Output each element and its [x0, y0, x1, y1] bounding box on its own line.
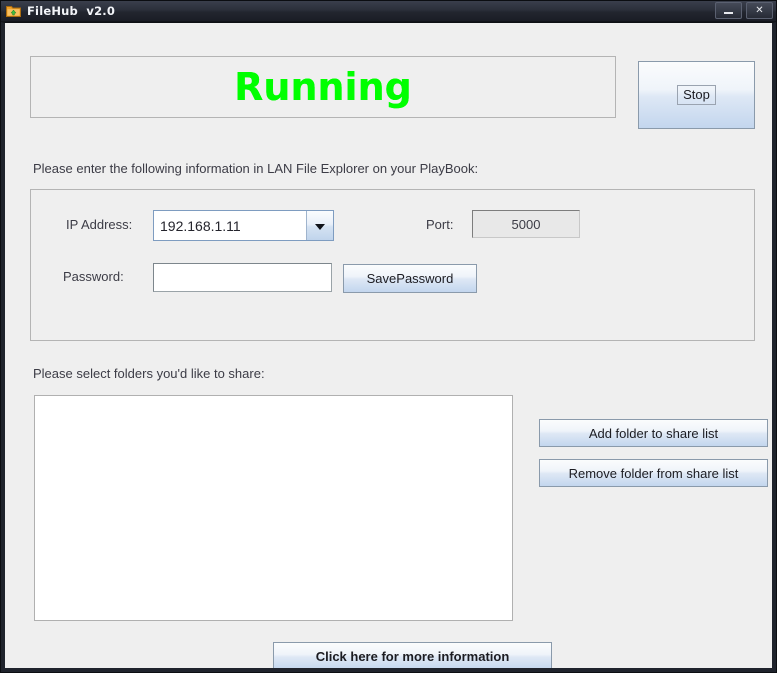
add-folder-label: Add folder to share list — [588, 425, 719, 441]
form-canvas: Running Stop Please enter the following … — [5, 23, 772, 668]
folder-upload-icon — [6, 4, 21, 18]
more-information-button[interactable]: Click here for more information — [273, 642, 552, 668]
status-badge: Running — [234, 65, 412, 109]
folders-hint-label: Please select folders you'd like to shar… — [33, 366, 265, 381]
remove-folder-button[interactable]: Remove folder from share list — [539, 459, 768, 487]
client-area: Running Stop Please enter the following … — [1, 22, 776, 672]
port-value: 5000 — [511, 216, 541, 232]
save-password-button[interactable]: SavePassword — [343, 264, 477, 293]
window-title: FileHub v2.0 — [27, 4, 116, 18]
shared-folders-list[interactable] — [34, 395, 513, 621]
password-label: Password: — [63, 269, 124, 284]
minimize-button[interactable] — [715, 2, 742, 19]
port-label: Port: — [426, 217, 454, 232]
connection-hint-label: Please enter the following information i… — [33, 161, 479, 176]
title-bar[interactable]: FileHub v2.0 ✕ — [1, 1, 776, 22]
ip-address-label: IP Address: — [66, 217, 133, 232]
window-controls: ✕ — [715, 2, 773, 19]
ip-address-value: 192.168.1.11 — [154, 211, 306, 240]
stop-button[interactable]: Stop — [638, 61, 755, 129]
password-input[interactable] — [153, 263, 332, 292]
more-information-label: Click here for more information — [315, 649, 510, 664]
stop-button-label: Stop — [677, 85, 716, 105]
add-folder-button[interactable]: Add folder to share list — [539, 419, 768, 447]
status-panel: Running — [30, 56, 616, 118]
save-password-label: SavePassword — [366, 271, 454, 286]
application-window: FileHub v2.0 ✕ Running Stop Please enter… — [0, 0, 777, 673]
remove-folder-label: Remove folder from share list — [568, 465, 739, 481]
close-icon[interactable]: ✕ — [746, 2, 773, 19]
port-field: 5000 — [472, 210, 580, 238]
ip-address-select[interactable]: 192.168.1.11 — [153, 210, 334, 241]
chevron-down-icon[interactable] — [306, 211, 333, 240]
